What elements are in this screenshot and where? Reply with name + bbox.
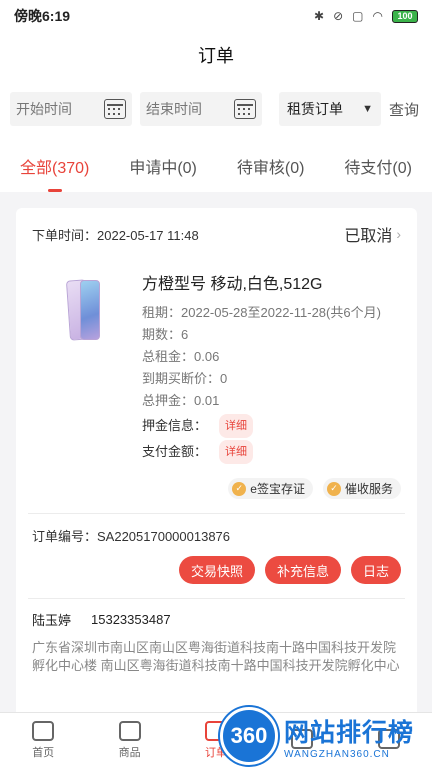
installments: 期数：6 (142, 327, 189, 342)
order-status-label: 已取消 (344, 228, 393, 245)
product-info: 方橙型号 移动,白色,512G 租期：2022-05-28至2022-11-28… (142, 268, 401, 464)
order-actions: 交易快照 补充信息 日志 (32, 556, 401, 584)
watermark-subtitle: WANGZHAN360.CN (284, 748, 390, 760)
tab-reviewing[interactable]: 待审核(0) (233, 148, 309, 184)
order-card-header: 下单时间：2022-05-17 11:48 已取消 › (32, 208, 401, 260)
payment-label: 支付金额： (142, 444, 208, 459)
status-tabs: 全部(370) 申请中(0) 待审核(0) 待支付(0) (0, 140, 432, 192)
battery-icon: 100 (392, 9, 418, 23)
start-date-placeholder: 开始时间 (16, 101, 72, 117)
phone-front-image (80, 280, 100, 340)
check-icon: ✓ (326, 481, 341, 496)
contact-row: 陆玉婷 15323353487 (32, 599, 401, 639)
contact-address: 广东省深圳市南山区南山区粤海街道科技南十路中国科技开发院孵化中心楼 南山区粤海街… (32, 640, 400, 673)
order-number: 订单编号：SA2205170000013876 (32, 528, 231, 544)
deposit-info-label: 押金信息： (142, 418, 208, 433)
status-icons: ✱ ⊘ ▢ ◠ 100 (314, 9, 418, 23)
order-status[interactable]: 已取消 › (344, 222, 401, 246)
supplement-info-button[interactable]: 补充信息 (264, 556, 341, 584)
total-deposit: 总押金：0.01 (142, 393, 220, 408)
contact-phone: 15323353487 (91, 611, 171, 627)
product-title: 方橙型号 移动,白色,512G (142, 276, 323, 293)
order-type-select[interactable]: 租赁订单 ▼ (279, 92, 381, 126)
sim-icon: ▢ (352, 9, 364, 23)
query-button[interactable]: 查询 (389, 99, 419, 120)
status-time: 傍晚6:19 (14, 8, 71, 24)
order-type-value: 租赁订单 (287, 101, 343, 117)
bluetooth-icon: ✱ (314, 9, 325, 23)
nav-home-label: 首页 (32, 747, 55, 759)
end-date-placeholder: 结束时间 (146, 101, 202, 117)
service-badges: ✓ e签宝存证 ✓ 催收服务 (32, 478, 401, 499)
deposit-info-row: 押金信息： 详细 (142, 414, 401, 438)
buyout-price: 到期买断价：0 (142, 371, 228, 386)
dropdown-arrow-icon: ▼ (362, 103, 373, 115)
start-date-field[interactable]: 开始时间 (10, 92, 132, 126)
contact-name: 陆玉婷 (32, 612, 72, 628)
watermark-logo: 360 网站排行榜 WANGZHAN360.CN (220, 704, 432, 768)
chevron-right-icon: › (396, 226, 401, 242)
esign-badge[interactable]: ✓ e签宝存证 (228, 478, 313, 499)
bag-icon (118, 721, 141, 741)
watermark-title: 网站排行榜 (284, 718, 415, 747)
home-icon (32, 721, 55, 741)
order-card[interactable]: 下单时间：2022-05-17 11:48 已取消 › 方橙型号 移动,白色,5… (16, 208, 417, 718)
tab-pending-payment[interactable]: 待支付(0) (340, 148, 416, 184)
page-title: 订单 (0, 32, 432, 78)
calendar-icon (234, 99, 256, 119)
wifi-icon: ◠ (372, 9, 383, 23)
filter-bar: 开始时间 结束时间 租赁订单 ▼ 查询 (0, 78, 432, 140)
status-bar: 傍晚6:19 ✱ ⊘ ▢ ◠ 100 (0, 0, 432, 32)
product-image (50, 278, 122, 350)
tab-all[interactable]: 全部(370) (16, 148, 93, 192)
watermark-text: 网站排行榜 WANGZHAN360.CN (284, 713, 414, 760)
order-time: 下单时间：2022-05-17 11:48 (32, 227, 199, 243)
nav-products-label: 商品 (118, 747, 141, 759)
calendar-icon (104, 99, 126, 119)
total-rent: 总租金：0.06 (142, 349, 220, 364)
nav-products[interactable]: 商品 (118, 721, 141, 760)
snapshot-button[interactable]: 交易快照 (178, 556, 255, 584)
payment-row: 支付金额： 详细 (142, 440, 401, 464)
collection-label: 催收服务 (344, 482, 393, 496)
end-date-field[interactable]: 结束时间 (140, 92, 262, 126)
collection-badge[interactable]: ✓ 催收服务 (322, 478, 401, 499)
mute-icon: ⊘ (333, 9, 344, 23)
deposit-detail-button[interactable]: 详细 (219, 414, 254, 438)
product-block: 方橙型号 移动,白色,512G 租期：2022-05-28至2022-11-28… (32, 268, 401, 464)
rent-period: 租期：2022-05-28至2022-11-28(共6个月) (142, 305, 381, 320)
watermark-circle: 360 (220, 707, 278, 765)
nav-home[interactable]: 首页 (32, 721, 55, 760)
esign-label: e签宝存证 (250, 482, 305, 496)
payment-detail-button[interactable]: 详细 (219, 440, 254, 464)
tab-applying[interactable]: 申请中(0) (125, 148, 201, 184)
check-icon: ✓ (232, 481, 247, 496)
log-button[interactable]: 日志 (350, 556, 401, 584)
